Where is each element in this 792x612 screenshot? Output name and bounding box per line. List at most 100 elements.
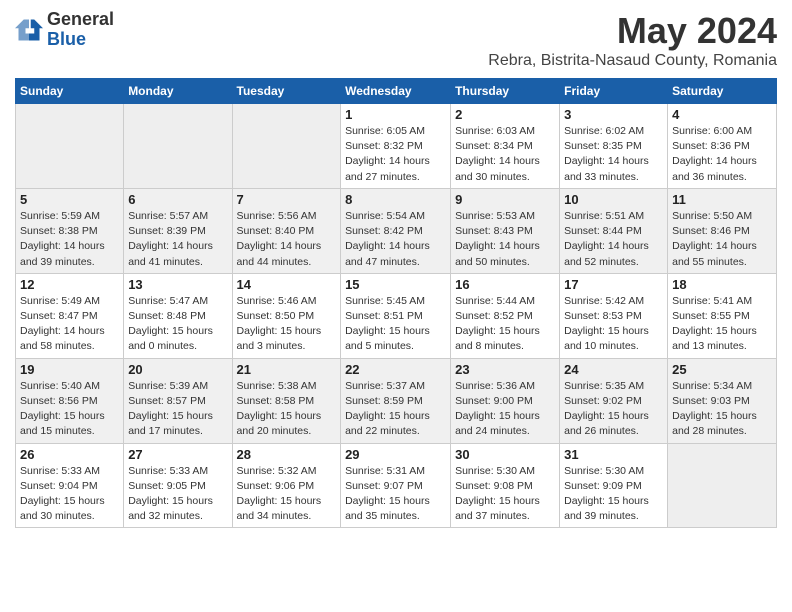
calendar-day-cell: 10 Sunrise: 5:51 AM Sunset: 8:44 PM Dayli… bbox=[560, 188, 668, 273]
calendar-day-cell: 13Sunrise: 5:47 AM Sunset: 8:48 PM Dayli… bbox=[124, 273, 232, 358]
calendar-day-cell: 30Sunrise: 5:30 AM Sunset: 9:08 PM Dayli… bbox=[451, 443, 560, 528]
day-info: Sunrise: 5:37 AM Sunset: 8:59 PM Dayligh… bbox=[345, 379, 446, 440]
day-number: 21 bbox=[237, 362, 337, 377]
weekday-header: Monday bbox=[124, 79, 232, 104]
day-info: Sunrise: 5:33 AM Sunset: 9:04 PM Dayligh… bbox=[20, 464, 119, 525]
day-number: 13 bbox=[128, 277, 227, 292]
calendar-day-cell: 16 Sunrise: 5:44 AM Sunset: 8:52 PM Dayli… bbox=[451, 273, 560, 358]
day-number: 25 bbox=[672, 362, 772, 377]
day-info: Sunrise: 6:05 AM Sunset: 8:32 PM Dayligh… bbox=[345, 124, 446, 185]
calendar-table: SundayMondayTuesdayWednesdayThursdayFrid… bbox=[15, 78, 777, 528]
day-info: Sunrise: 6:00 AM Sunset: 8:36 PM Dayligh… bbox=[672, 124, 772, 185]
day-info: Sunrise: 5:56 AM Sunset: 8:40 PM Dayligh… bbox=[237, 209, 337, 270]
day-info: Sunrise: 5:41 AM Sunset: 8:55 PM Dayligh… bbox=[672, 294, 772, 355]
day-number: 4 bbox=[672, 107, 772, 122]
calendar-day-cell: 8Sunrise: 5:54 AM Sunset: 8:42 PM Daylig… bbox=[341, 188, 451, 273]
day-number: 20 bbox=[128, 362, 227, 377]
calendar-day-cell: 24Sunrise: 5:35 AM Sunset: 9:02 PM Dayli… bbox=[560, 358, 668, 443]
day-info: Sunrise: 5:51 AM Sunset: 8:44 PM Dayligh… bbox=[564, 209, 663, 270]
calendar-day-cell: 7 Sunrise: 5:56 AM Sunset: 8:40 PM Daylig… bbox=[232, 188, 341, 273]
calendar-day-cell: 18 Sunrise: 5:41 AM Sunset: 8:55 PM Dayli… bbox=[668, 273, 777, 358]
day-info: Sunrise: 5:33 AM Sunset: 9:05 PM Dayligh… bbox=[128, 464, 227, 525]
day-info: Sunrise: 5:35 AM Sunset: 9:02 PM Dayligh… bbox=[564, 379, 663, 440]
page-header: General Blue May 2024 Rebra, Bistrita-Na… bbox=[15, 10, 777, 70]
weekday-header: Tuesday bbox=[232, 79, 341, 104]
calendar-day-cell: 26 Sunrise: 5:33 AM Sunset: 9:04 PM Dayli… bbox=[16, 443, 124, 528]
day-info: Sunrise: 5:34 AM Sunset: 9:03 PM Dayligh… bbox=[672, 379, 772, 440]
calendar-week-row: 19Sunrise: 5:40 AM Sunset: 8:56 PM Dayli… bbox=[16, 358, 777, 443]
calendar-day-cell bbox=[16, 104, 124, 189]
weekday-header: Wednesday bbox=[341, 79, 451, 104]
day-number: 11 bbox=[672, 192, 772, 207]
day-info: Sunrise: 5:42 AM Sunset: 8:53 PM Dayligh… bbox=[564, 294, 663, 355]
day-number: 14 bbox=[237, 277, 337, 292]
calendar-day-cell: 27 Sunrise: 5:33 AM Sunset: 9:05 PM Dayli… bbox=[124, 443, 232, 528]
day-number: 17 bbox=[564, 277, 663, 292]
logo-icon bbox=[15, 16, 43, 44]
day-info: Sunrise: 5:53 AM Sunset: 8:43 PM Dayligh… bbox=[455, 209, 555, 270]
day-number: 2 bbox=[455, 107, 555, 122]
logo-text: General Blue bbox=[47, 10, 114, 50]
day-number: 29 bbox=[345, 447, 446, 462]
day-number: 5 bbox=[20, 192, 119, 207]
day-info: Sunrise: 6:02 AM Sunset: 8:35 PM Dayligh… bbox=[564, 124, 663, 185]
day-number: 7 bbox=[237, 192, 337, 207]
calendar-day-cell: 12 Sunrise: 5:49 AM Sunset: 8:47 PM Dayli… bbox=[16, 273, 124, 358]
calendar-day-cell: 22 Sunrise: 5:37 AM Sunset: 8:59 PM Dayli… bbox=[341, 358, 451, 443]
calendar-week-row: 12 Sunrise: 5:49 AM Sunset: 8:47 PM Dayli… bbox=[16, 273, 777, 358]
location: Rebra, Bistrita-Nasaud County, Romania bbox=[488, 52, 777, 70]
day-number: 18 bbox=[672, 277, 772, 292]
day-number: 12 bbox=[20, 277, 119, 292]
day-info: Sunrise: 5:54 AM Sunset: 8:42 PM Dayligh… bbox=[345, 209, 446, 270]
calendar-day-cell bbox=[668, 443, 777, 528]
calendar-day-cell: 31 Sunrise: 5:30 AM Sunset: 9:09 PM Dayli… bbox=[560, 443, 668, 528]
calendar-day-cell: 21 Sunrise: 5:38 AM Sunset: 8:58 PM Dayli… bbox=[232, 358, 341, 443]
calendar-header-row: SundayMondayTuesdayWednesdayThursdayFrid… bbox=[16, 79, 777, 104]
calendar-week-row: 26 Sunrise: 5:33 AM Sunset: 9:04 PM Dayli… bbox=[16, 443, 777, 528]
calendar-day-cell: 14 Sunrise: 5:46 AM Sunset: 8:50 PM Dayli… bbox=[232, 273, 341, 358]
day-info: Sunrise: 5:30 AM Sunset: 9:09 PM Dayligh… bbox=[564, 464, 663, 525]
day-info: Sunrise: 5:31 AM Sunset: 9:07 PM Dayligh… bbox=[345, 464, 446, 525]
month-title: May 2024 bbox=[488, 10, 777, 52]
calendar-day-cell: 3Sunrise: 6:02 AM Sunset: 8:35 PM Daylig… bbox=[560, 104, 668, 189]
logo: General Blue bbox=[15, 10, 114, 50]
day-number: 10 bbox=[564, 192, 663, 207]
calendar-day-cell: 20 Sunrise: 5:39 AM Sunset: 8:57 PM Dayli… bbox=[124, 358, 232, 443]
title-section: May 2024 Rebra, Bistrita-Nasaud County, … bbox=[488, 10, 777, 70]
day-number: 30 bbox=[455, 447, 555, 462]
weekday-header: Saturday bbox=[668, 79, 777, 104]
day-info: Sunrise: 5:32 AM Sunset: 9:06 PM Dayligh… bbox=[237, 464, 337, 525]
day-number: 1 bbox=[345, 107, 446, 122]
day-info: Sunrise: 5:45 AM Sunset: 8:51 PM Dayligh… bbox=[345, 294, 446, 355]
day-info: Sunrise: 5:57 AM Sunset: 8:39 PM Dayligh… bbox=[128, 209, 227, 270]
calendar-day-cell: 2 Sunrise: 6:03 AM Sunset: 8:34 PM Daylig… bbox=[451, 104, 560, 189]
day-number: 15 bbox=[345, 277, 446, 292]
calendar-day-cell: 11Sunrise: 5:50 AM Sunset: 8:46 PM Dayli… bbox=[668, 188, 777, 273]
day-info: Sunrise: 5:39 AM Sunset: 8:57 PM Dayligh… bbox=[128, 379, 227, 440]
weekday-header: Sunday bbox=[16, 79, 124, 104]
calendar-day-cell bbox=[124, 104, 232, 189]
day-number: 23 bbox=[455, 362, 555, 377]
day-number: 16 bbox=[455, 277, 555, 292]
calendar-day-cell: 23Sunrise: 5:36 AM Sunset: 9:00 PM Dayli… bbox=[451, 358, 560, 443]
day-info: Sunrise: 5:38 AM Sunset: 8:58 PM Dayligh… bbox=[237, 379, 337, 440]
calendar-day-cell: 9Sunrise: 5:53 AM Sunset: 8:43 PM Daylig… bbox=[451, 188, 560, 273]
day-info: Sunrise: 5:46 AM Sunset: 8:50 PM Dayligh… bbox=[237, 294, 337, 355]
day-number: 6 bbox=[128, 192, 227, 207]
calendar-day-cell bbox=[232, 104, 341, 189]
calendar-week-row: 5Sunrise: 5:59 AM Sunset: 8:38 PM Daylig… bbox=[16, 188, 777, 273]
day-info: Sunrise: 5:49 AM Sunset: 8:47 PM Dayligh… bbox=[20, 294, 119, 355]
calendar-day-cell: 17 Sunrise: 5:42 AM Sunset: 8:53 PM Dayli… bbox=[560, 273, 668, 358]
day-number: 31 bbox=[564, 447, 663, 462]
calendar-day-cell: 19Sunrise: 5:40 AM Sunset: 8:56 PM Dayli… bbox=[16, 358, 124, 443]
calendar-day-cell: 15 Sunrise: 5:45 AM Sunset: 8:51 PM Dayli… bbox=[341, 273, 451, 358]
day-number: 26 bbox=[20, 447, 119, 462]
day-number: 19 bbox=[20, 362, 119, 377]
weekday-header: Thursday bbox=[451, 79, 560, 104]
day-number: 27 bbox=[128, 447, 227, 462]
calendar-week-row: 1 Sunrise: 6:05 AM Sunset: 8:32 PM Daylig… bbox=[16, 104, 777, 189]
day-info: Sunrise: 6:03 AM Sunset: 8:34 PM Dayligh… bbox=[455, 124, 555, 185]
day-info: Sunrise: 5:44 AM Sunset: 8:52 PM Dayligh… bbox=[455, 294, 555, 355]
day-number: 28 bbox=[237, 447, 337, 462]
day-number: 22 bbox=[345, 362, 446, 377]
